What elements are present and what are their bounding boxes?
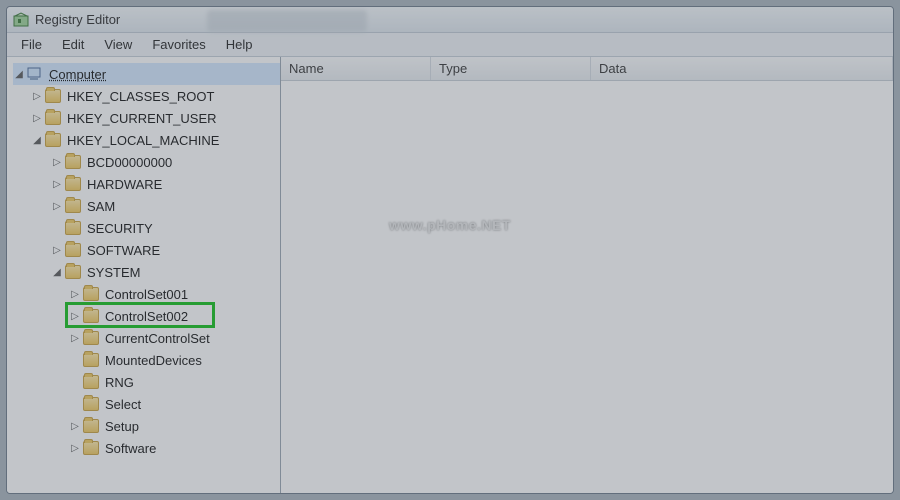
expander-icon[interactable]: ▷ (31, 113, 43, 124)
tree-node-currentcontrolset[interactable]: ▷ CurrentControlSet (13, 327, 280, 349)
menu-file[interactable]: File (11, 35, 52, 54)
folder-icon (45, 89, 61, 103)
tree-node-label: HKEY_LOCAL_MACHINE (67, 133, 219, 148)
tree-node-label: HKEY_CLASSES_ROOT (67, 89, 214, 104)
folder-icon (83, 331, 99, 345)
tree-pane[interactable]: ◢ Computer ▷ HKEY_CLASSES_ROOT ▷ HKEY_CURRENT… (7, 57, 281, 493)
tree-node-label: HARDWARE (87, 177, 162, 192)
tree-node-label: HKEY_CURRENT_USER (67, 111, 217, 126)
watermark-corner: 系统之家 XITONGZHIJIA.NET (750, 456, 890, 492)
tree-node-hkey-local-machine[interactable]: ◢ HKEY_LOCAL_MACHINE (13, 129, 280, 151)
tree-node-label: Software (105, 441, 156, 456)
tree-node-setup[interactable]: ▷ Setup (13, 415, 280, 437)
window-title: Registry Editor (35, 12, 120, 27)
tree-node-sam[interactable]: ▷ SAM (13, 195, 280, 217)
folder-icon (65, 177, 81, 191)
expander-icon[interactable]: ◢ (31, 135, 43, 146)
folder-icon (83, 309, 99, 323)
tree-node-label: RNG (105, 375, 134, 390)
tree-node-label: MountedDevices (105, 353, 202, 368)
expander-icon[interactable]: ▷ (69, 421, 81, 432)
tree-node-software[interactable]: ▷ SOFTWARE (13, 239, 280, 261)
folder-icon (65, 221, 81, 235)
titlebar[interactable]: Registry Editor (7, 7, 893, 33)
tree-node-hkey-classes-root[interactable]: ▷ HKEY_CLASSES_ROOT (13, 85, 280, 107)
tree-node-label: Select (105, 397, 141, 412)
expander-icon[interactable]: ▷ (31, 91, 43, 102)
expander-icon[interactable]: ▷ (69, 311, 81, 322)
tree-node-bcd00000000[interactable]: ▷ BCD00000000 (13, 151, 280, 173)
tree-node-label: SYSTEM (87, 265, 140, 280)
tree-node-label: ControlSet001 (105, 287, 188, 302)
tree-node-security[interactable]: SECURITY (13, 217, 280, 239)
list-header: Name Type Data (281, 57, 893, 81)
folder-icon (83, 397, 99, 411)
tree-node-label: SECURITY (87, 221, 153, 236)
folder-icon (65, 265, 81, 279)
house-logo-icon (750, 456, 788, 492)
menu-view[interactable]: View (94, 35, 142, 54)
tree-node-controlset002[interactable]: ▷ ControlSet002 (13, 305, 280, 327)
tree-node-controlset001[interactable]: ▷ ControlSet001 (13, 283, 280, 305)
expander-icon[interactable]: ◢ (51, 267, 63, 278)
expander-icon[interactable]: ▷ (69, 289, 81, 300)
tree-node-label: Computer (49, 67, 106, 82)
folder-icon (83, 419, 99, 433)
watermark-center: www.pHome.NET (389, 217, 511, 233)
column-name[interactable]: Name (281, 57, 431, 80)
folder-icon (65, 199, 81, 213)
menu-help[interactable]: Help (216, 35, 263, 54)
tree-root-computer[interactable]: ◢ Computer (13, 63, 280, 85)
registry-editor-window: Registry Editor File Edit View Favorites… (6, 6, 894, 494)
folder-icon (45, 133, 61, 147)
computer-icon (27, 67, 43, 81)
tree-node-system[interactable]: ◢ SYSTEM (13, 261, 280, 283)
expander-icon[interactable]: ▷ (51, 157, 63, 168)
expander-icon[interactable]: ▷ (51, 201, 63, 212)
folder-icon (83, 375, 99, 389)
content-area: ◢ Computer ▷ HKEY_CLASSES_ROOT ▷ HKEY_CURRENT… (7, 57, 893, 493)
tree-node-rng[interactable]: RNG (13, 371, 280, 393)
folder-icon (83, 353, 99, 367)
expander-icon[interactable]: ▷ (69, 443, 81, 454)
watermark-corner-url: XITONGZHIJIA.NET (794, 477, 890, 487)
tree-node-software[interactable]: ▷ Software (13, 437, 280, 459)
tree-node-mounteddevices[interactable]: MountedDevices (13, 349, 280, 371)
folder-icon (45, 111, 61, 125)
menu-favorites[interactable]: Favorites (142, 35, 215, 54)
background-window-blur (207, 10, 367, 32)
tree-node-select[interactable]: Select (13, 393, 280, 415)
folder-icon (65, 243, 81, 257)
tree-node-label: ControlSet002 (105, 309, 188, 324)
tree-node-label: BCD00000000 (87, 155, 172, 170)
expander-icon[interactable]: ◢ (13, 69, 25, 80)
tree-node-label: CurrentControlSet (105, 331, 210, 346)
tree-node-hkey-current-user[interactable]: ▷ HKEY_CURRENT_USER (13, 107, 280, 129)
menu-edit[interactable]: Edit (52, 35, 94, 54)
expander-icon[interactable]: ▷ (51, 245, 63, 256)
tree-node-label: SOFTWARE (87, 243, 160, 258)
expander-icon[interactable]: ▷ (69, 333, 81, 344)
tree-node-hardware[interactable]: ▷ HARDWARE (13, 173, 280, 195)
folder-icon (83, 441, 99, 455)
list-pane: Name Type Data (281, 57, 893, 493)
list-body-empty[interactable] (281, 81, 893, 493)
column-data[interactable]: Data (591, 57, 893, 80)
column-type[interactable]: Type (431, 57, 591, 80)
expander-icon[interactable]: ▷ (51, 179, 63, 190)
menubar: File Edit View Favorites Help (7, 33, 893, 57)
tree-node-label: SAM (87, 199, 115, 214)
tree-node-label: Setup (105, 419, 139, 434)
app-icon (13, 12, 29, 28)
folder-icon (65, 155, 81, 169)
watermark-corner-cn: 系统之家 (794, 462, 890, 477)
folder-icon (83, 287, 99, 301)
